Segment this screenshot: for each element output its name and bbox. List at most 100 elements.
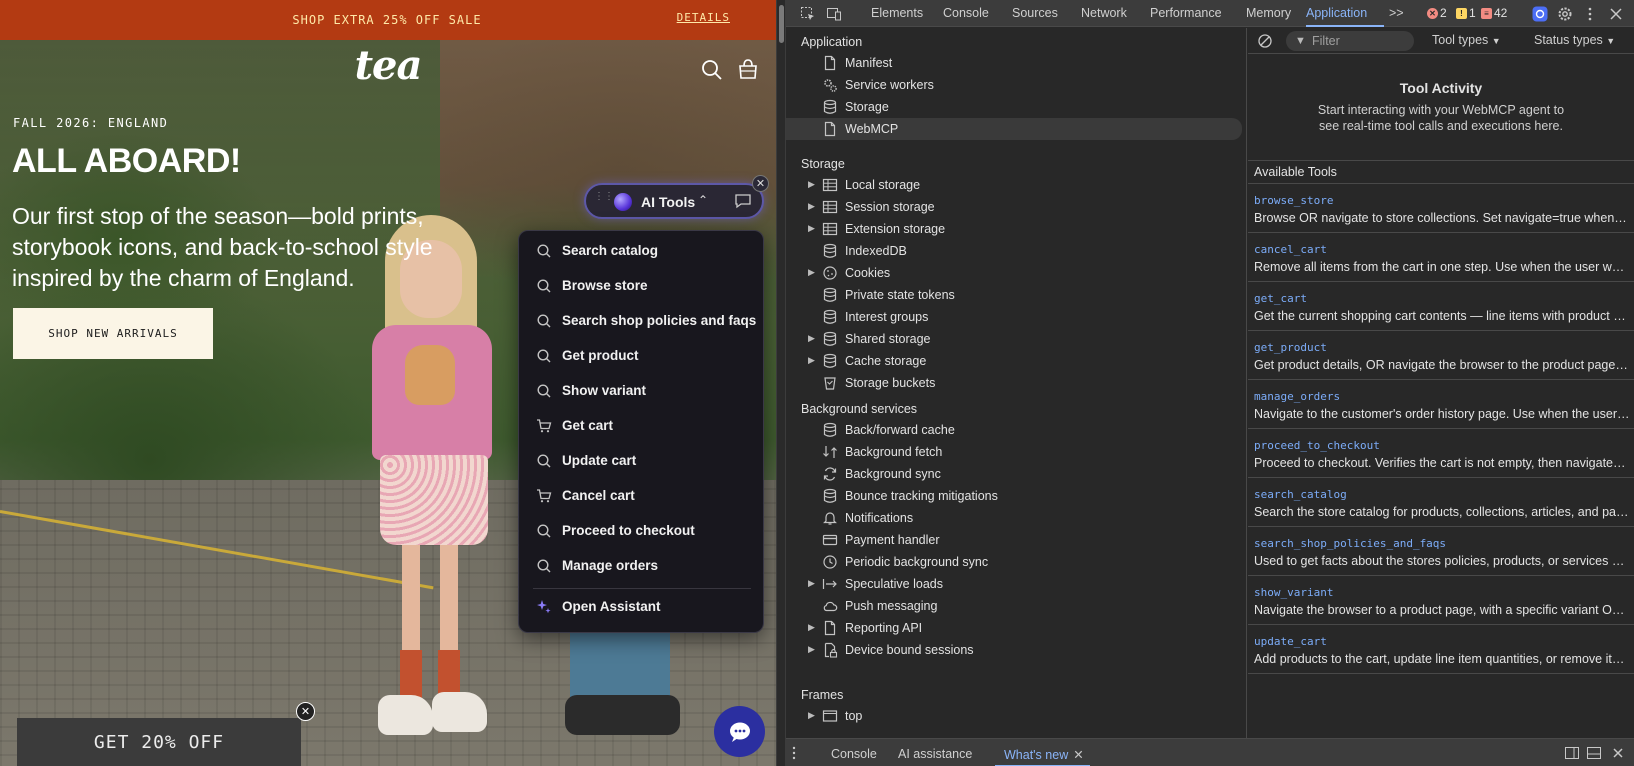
ai-tool-item[interactable]: Get product: [519, 339, 765, 372]
drawer-tab-console[interactable]: Console: [831, 747, 877, 761]
tool-row[interactable]: cancel_cart Remove all items from the car…: [1248, 234, 1634, 282]
tab-elements[interactable]: Elements: [871, 6, 923, 20]
ai-tool-item[interactable]: Search catalog: [519, 234, 765, 267]
tab-performance[interactable]: Performance: [1150, 6, 1222, 20]
sidebar-item-extension-storage[interactable]: ▶ Extension storage: [786, 218, 1247, 240]
discount-popup-button[interactable]: GET 20% OFF: [17, 718, 301, 766]
expand-arrow-icon[interactable]: ▶: [808, 710, 815, 721]
ai-tools-close-button[interactable]: ✕: [752, 175, 769, 192]
expand-arrow-icon[interactable]: ▶: [808, 644, 815, 655]
tool-row[interactable]: proceed_to_checkout Proceed to checkout. …: [1248, 430, 1634, 478]
tab-console[interactable]: Console: [943, 6, 989, 20]
tool-types-dropdown[interactable]: Tool types ▼: [1432, 33, 1501, 47]
sidebar-item-back-forward-cache[interactable]: Back/forward cache: [786, 419, 1247, 441]
expand-arrow-icon[interactable]: ▶: [808, 179, 815, 190]
close-tab-icon[interactable]: ✕: [1073, 748, 1083, 762]
chat-launcher-button[interactable]: [714, 706, 765, 757]
viewport-splitter[interactable]: [776, 0, 786, 766]
message-count[interactable]: ≡ 42: [1481, 6, 1507, 20]
sidebar-item-service-workers[interactable]: Service workers: [786, 74, 1247, 96]
discount-popup-close-button[interactable]: ✕: [296, 702, 315, 721]
sidebar-item-cache-storage[interactable]: ▶ Cache storage: [786, 350, 1247, 372]
sidebar-item-background-sync[interactable]: Background sync: [786, 463, 1247, 485]
status-types-dropdown[interactable]: Status types ▼: [1534, 33, 1615, 47]
sidebar-item-storage-buckets[interactable]: Storage buckets: [786, 372, 1247, 394]
expand-arrow-icon[interactable]: ▶: [808, 622, 815, 633]
sidebar-item-cookies[interactable]: ▶ Cookies: [786, 262, 1247, 284]
tool-row[interactable]: browse_store Browse OR navigate to store …: [1248, 185, 1634, 233]
sidebar-item-session-storage[interactable]: ▶ Session storage: [786, 196, 1247, 218]
tool-row[interactable]: get_product Get product details, OR navig…: [1248, 332, 1634, 380]
sidebar-item-local-storage[interactable]: ▶ Local storage: [786, 174, 1247, 196]
sidebar-item-speculative-loads[interactable]: ▶ Speculative loads: [786, 573, 1247, 595]
ai-tool-item[interactable]: Cancel cart: [519, 479, 765, 512]
cart-icon[interactable]: [737, 58, 759, 80]
tool-row[interactable]: get_cart Get the current shopping cart co…: [1248, 283, 1634, 331]
filter-input[interactable]: [1312, 33, 1412, 49]
tool-row[interactable]: manage_orders Navigate to the customer's …: [1248, 381, 1634, 429]
warning-count[interactable]: ! 1: [1456, 6, 1476, 20]
ai-tool-item[interactable]: Search shop policies and faqs: [519, 304, 765, 337]
ai-tool-item[interactable]: Show variant: [519, 374, 765, 407]
dock-bottom-icon[interactable]: [1586, 745, 1602, 761]
sidebar-item-shared-storage[interactable]: ▶ Shared storage: [786, 328, 1247, 350]
expand-arrow-icon[interactable]: ▶: [808, 578, 815, 589]
gear-icon[interactable]: [1557, 6, 1573, 22]
device-toolbar-icon[interactable]: [826, 6, 842, 22]
search-icon[interactable]: [701, 59, 723, 81]
sidebar-item-background-fetch[interactable]: Background fetch: [786, 441, 1247, 463]
drawer-tab-what-s-new[interactable]: What's new ✕: [1004, 747, 1084, 762]
sidebar-item-periodic-background-sync[interactable]: Periodic background sync: [786, 551, 1247, 573]
expand-arrow-icon[interactable]: ▶: [808, 201, 815, 212]
ai-tool-item[interactable]: Get cart: [519, 409, 765, 442]
tab-memory[interactable]: Memory: [1246, 6, 1291, 20]
ai-tool-item[interactable]: Update cart: [519, 444, 765, 477]
site-logo[interactable]: tea: [0, 42, 776, 89]
sidebar-item-webmcp[interactable]: WebMCP: [786, 118, 1242, 140]
page-scrollbar[interactable]: [779, 5, 784, 43]
sidebar-item-private-state-tokens[interactable]: Private state tokens: [786, 284, 1247, 306]
sidebar-item-bounce-tracking-mitigations[interactable]: Bounce tracking mitigations: [786, 485, 1247, 507]
tab-network[interactable]: Network: [1081, 6, 1127, 20]
expand-arrow-icon[interactable]: ▶: [808, 223, 815, 234]
error-count[interactable]: ✕ 2: [1427, 6, 1447, 20]
sidebar-item-manifest[interactable]: Manifest: [786, 52, 1247, 74]
sidebar-item-notifications[interactable]: Notifications: [786, 507, 1247, 529]
sidebar-item-reporting-api[interactable]: ▶ Reporting API: [786, 617, 1247, 639]
ai-tools-toggle[interactable]: ⋮⋮ AI Tools ⌃: [584, 183, 764, 219]
close-drawer-icon[interactable]: [1610, 745, 1626, 761]
tool-row[interactable]: show_variant Navigate the browser to a pr…: [1248, 577, 1634, 625]
sidebar-item-payment-handler[interactable]: Payment handler: [786, 529, 1247, 551]
more-tabs-button[interactable]: >>: [1389, 6, 1404, 20]
tab-sources[interactable]: Sources: [1012, 6, 1058, 20]
sidebar-item-device-bound-sessions[interactable]: ▶ Device bound sessions: [786, 639, 1247, 661]
tool-row[interactable]: search_catalog Search the store catalog f…: [1248, 479, 1634, 527]
more-options-icon[interactable]: [1582, 6, 1598, 22]
ai-tool-item[interactable]: Manage orders: [519, 549, 765, 582]
ai-tool-item[interactable]: Proceed to checkout: [519, 514, 765, 547]
sidebar-item-push-messaging[interactable]: Push messaging: [786, 595, 1247, 617]
promo-details-link[interactable]: DETAILS: [677, 11, 730, 24]
expand-arrow-icon[interactable]: ▶: [808, 333, 815, 344]
clear-icon[interactable]: [1257, 33, 1273, 49]
shop-new-arrivals-button[interactable]: SHOP NEW ARRIVALS: [13, 308, 213, 359]
inspect-element-icon[interactable]: [800, 6, 816, 22]
tab-application[interactable]: Application: [1306, 6, 1367, 20]
open-assistant-item[interactable]: Open Assistant: [519, 590, 765, 623]
tool-row[interactable]: search_shop_policies_and_faqs Used to get…: [1248, 528, 1634, 576]
drag-handle-icon[interactable]: ⋮⋮: [594, 192, 614, 208]
sidebar-item-interest-groups[interactable]: Interest groups: [786, 306, 1247, 328]
sidebar-item-top[interactable]: ▶ top: [786, 705, 1247, 727]
expand-arrow-icon[interactable]: ▶: [808, 355, 815, 366]
drawer-menu-icon[interactable]: [786, 745, 802, 761]
drawer-tab-ai-assistance[interactable]: AI assistance: [898, 747, 972, 761]
sidebar-item-indexeddb[interactable]: IndexedDB: [786, 240, 1247, 262]
dock-side-icon[interactable]: [1564, 745, 1580, 761]
ai-tool-item[interactable]: Browse store: [519, 269, 765, 302]
close-icon[interactable]: [1608, 6, 1624, 22]
tool-row[interactable]: update_cart Add products to the cart, upd…: [1248, 626, 1634, 674]
ai-assistant-icon[interactable]: [1532, 6, 1548, 22]
sidebar-item-storage[interactable]: Storage: [786, 96, 1247, 118]
expand-arrow-icon[interactable]: ▶: [808, 267, 815, 278]
chat-icon[interactable]: [734, 192, 752, 210]
